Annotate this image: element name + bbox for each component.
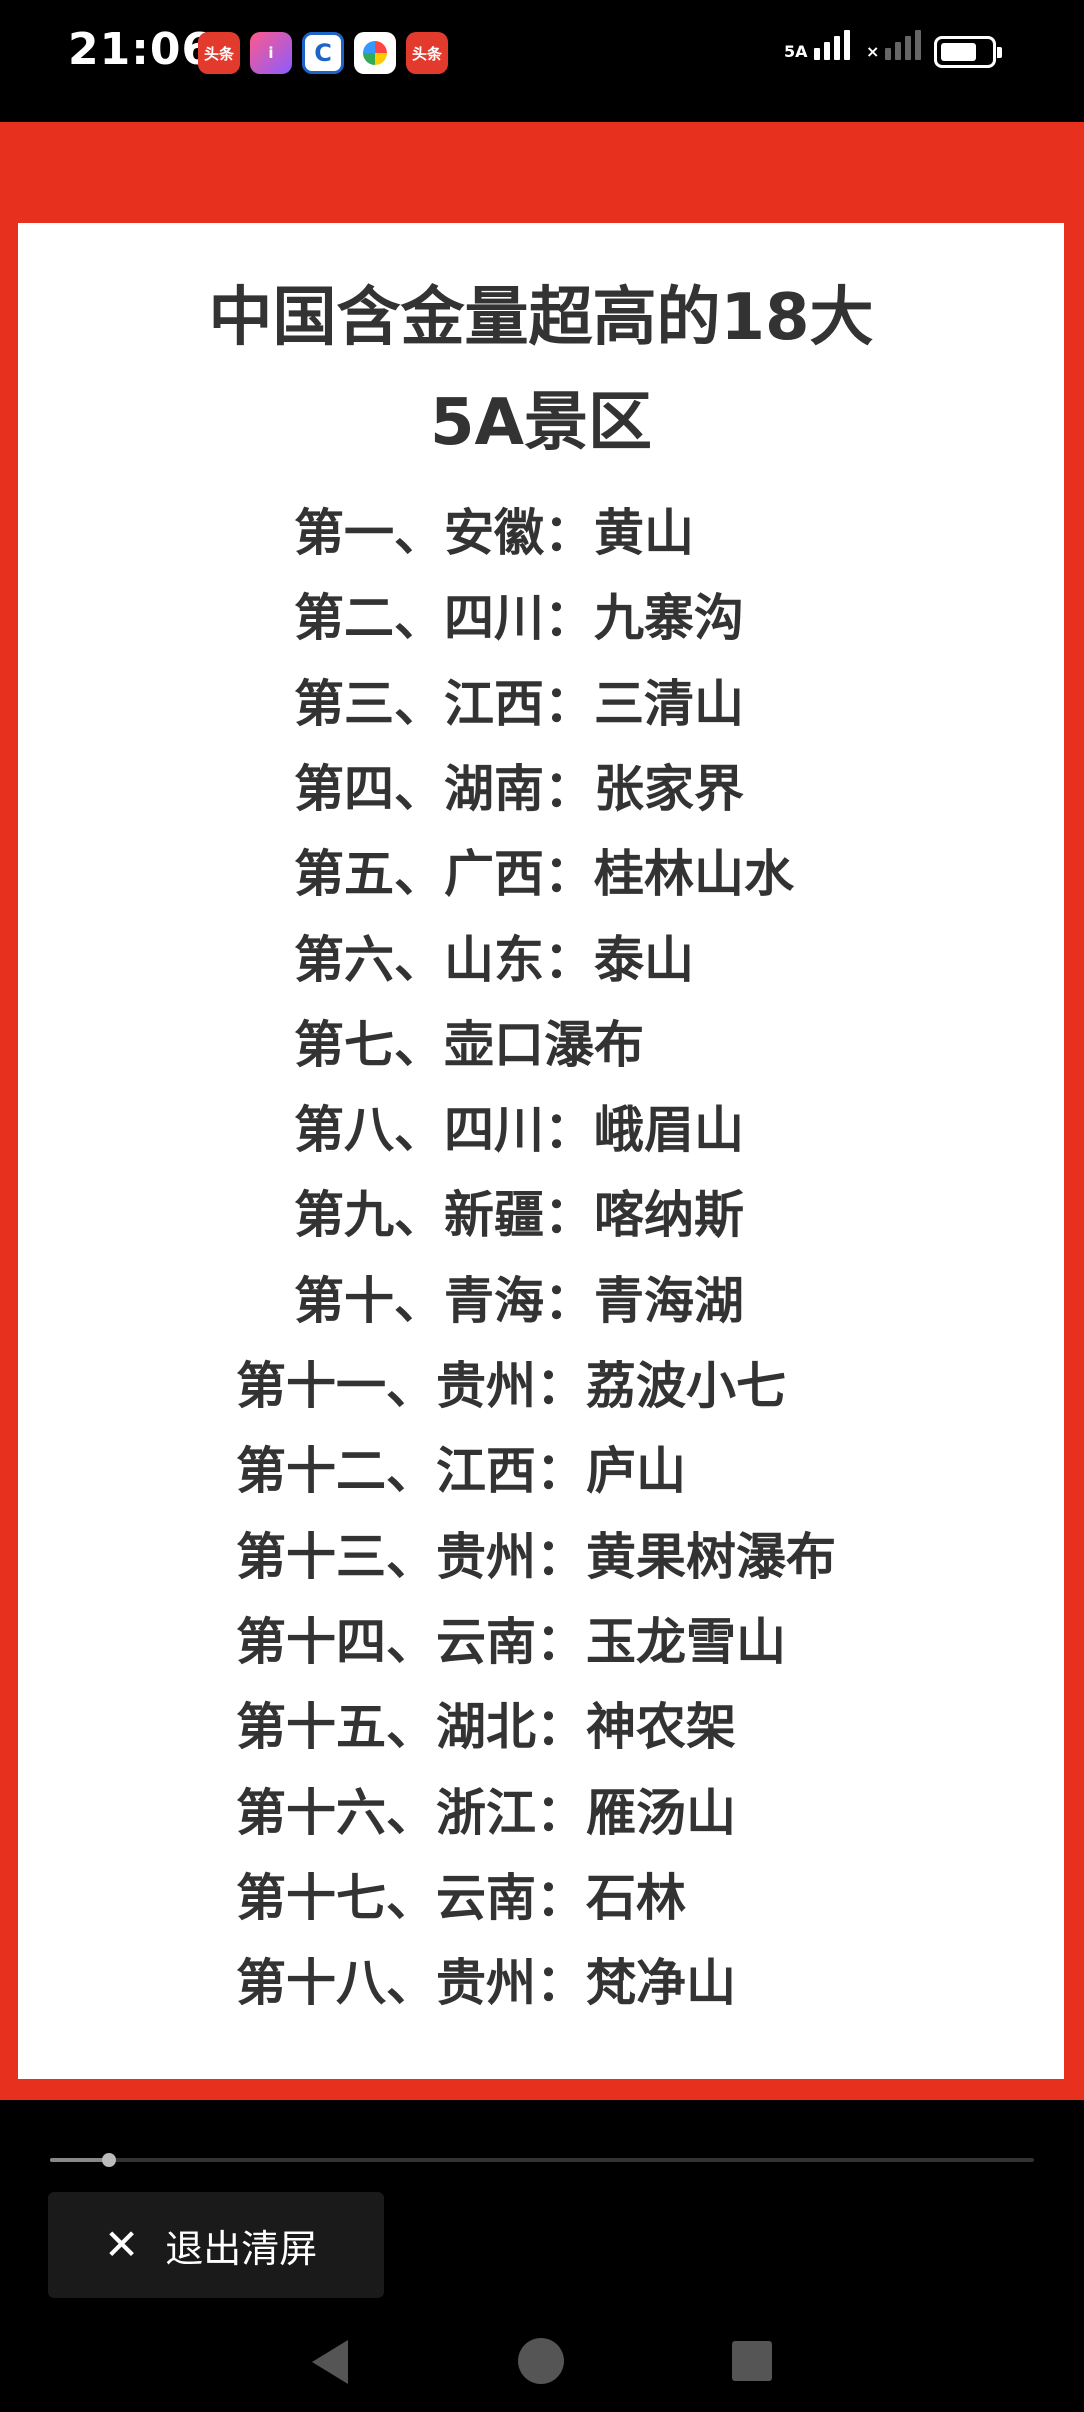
playback-progress[interactable] xyxy=(50,2153,1034,2167)
list-item: 第十八、贵州：梵净山 xyxy=(236,1954,736,2013)
list-item: 第八、四川：峨眉山 xyxy=(294,1101,744,1160)
ccb-icon: C xyxy=(302,32,344,74)
status-bar: 21:06 头条 i C 头条 5A × xyxy=(0,0,1084,120)
toutiao-icon: 头条 xyxy=(198,32,240,74)
list-item: 第一、安徽：黄山 xyxy=(294,504,694,562)
list-item: 第五、广西：桂林山水 xyxy=(294,845,794,904)
content-frame: 中国含金量超高的18大 5A景区 第一、安徽：黄山 第二、四川：九寨沟 第三、江西：… xyxy=(0,122,1084,2100)
exit-clear-screen-button[interactable]: ✕ 退出清屏 xyxy=(48,2192,384,2298)
navigation-bar xyxy=(0,2318,1084,2412)
clock: 21:06 xyxy=(68,24,214,75)
list-item: 第十三、贵州：黄果树瀑布 xyxy=(236,1527,836,1586)
title-line-2: 5A景区 xyxy=(429,386,653,460)
list-item: 第十四、云南：玉龙雪山 xyxy=(236,1612,786,1671)
signal-strength-2-icon: × xyxy=(866,30,922,60)
notification-icons: 头条 i C 头条 xyxy=(198,32,448,74)
list-item: 第十五、湖北：神农架 xyxy=(236,1698,736,1757)
list-item: 第十一、贵州：荔波小七 xyxy=(236,1357,786,1415)
list-item: 第十六、浙江：雁汤山 xyxy=(236,1783,736,1842)
recent-apps-icon[interactable] xyxy=(732,2341,772,2381)
list-item: 第十七、云南：石林 xyxy=(236,1868,686,1927)
list-item: 第三、江西：三清山 xyxy=(294,674,744,733)
close-icon: ✕ xyxy=(104,2220,140,2269)
map-icon xyxy=(354,32,396,74)
list-item: 第十、青海：青海湖 xyxy=(294,1271,744,1330)
title-line-1: 中国含金量超高的18大 xyxy=(208,281,874,355)
signal-strength-icon: 5A xyxy=(784,30,850,60)
idle-fish-icon: i xyxy=(250,32,292,74)
list-item: 第四、湖南：张家界 xyxy=(294,759,744,818)
list-item: 第二、四川：九寨沟 xyxy=(294,589,744,648)
toutiao-icon-2: 头条 xyxy=(406,32,448,74)
home-icon[interactable] xyxy=(518,2338,564,2384)
exit-clear-screen-label: 退出清屏 xyxy=(165,2226,318,2271)
battery-icon xyxy=(934,36,1002,68)
back-icon[interactable] xyxy=(312,2340,348,2384)
progress-handle[interactable] xyxy=(102,2153,117,2167)
list-item: 第六、山东：泰山 xyxy=(294,930,694,989)
poster[interactable]: 中国含金量超高的18大 5A景区 第一、安徽：黄山 第二、四川：九寨沟 第三、江西：… xyxy=(18,223,1064,2079)
list-item: 第十二、江西：庐山 xyxy=(236,1442,686,1501)
list-item: 第七、壶口瀑布 xyxy=(294,1015,644,1074)
list-item: 第九、新疆：喀纳斯 xyxy=(294,1186,744,1245)
